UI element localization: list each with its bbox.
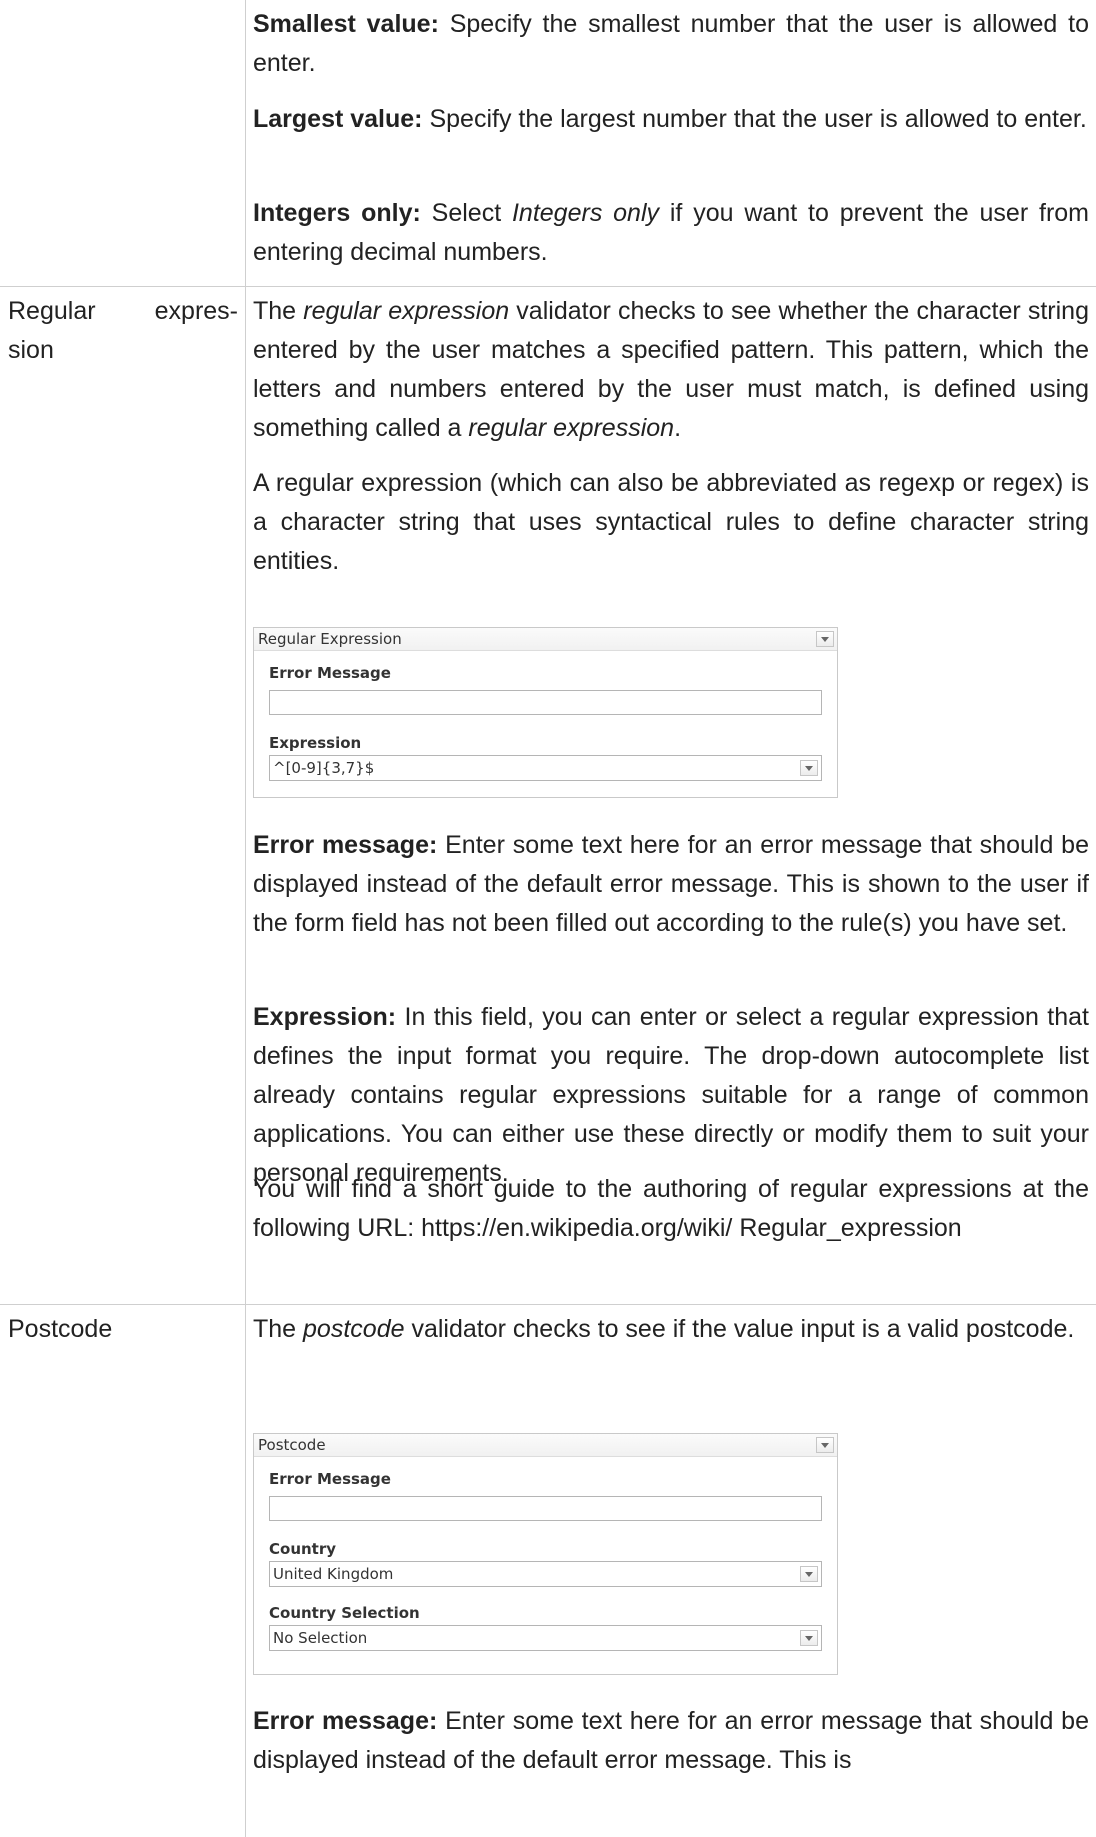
error-message-input[interactable] xyxy=(269,1496,822,1521)
regex-expression-paragraph: Expression: In this field, you can enter… xyxy=(253,1003,1089,1187)
row-divider-postcode xyxy=(0,1304,1096,1305)
regex-panel-title: Regular Expression xyxy=(258,630,402,648)
country-dropdown[interactable]: United Kingdom xyxy=(269,1561,822,1587)
country-label: Country xyxy=(269,1540,337,1558)
regex-definition-paragraph: A regular expression (which can also be … xyxy=(253,469,1089,575)
postcode-intro-paragraph: The postcode validator checks to see if … xyxy=(253,1315,1075,1343)
postcode-panel-title: Postcode xyxy=(258,1436,326,1454)
largest-value-label: Largest value: xyxy=(253,105,423,133)
error-message-label: Error Message xyxy=(269,1470,391,1488)
country-selection-dropdown[interactable]: No Selection xyxy=(269,1625,822,1651)
country-selection-label: Country Selection xyxy=(269,1604,420,1622)
regex-intro-paragraph: The regular expression validator checks … xyxy=(253,297,1089,442)
error-message-input[interactable] xyxy=(269,690,822,715)
expression-dropdown[interactable]: ^[0-9]{3,7}$ xyxy=(269,755,822,781)
expression-value: ^[0-9]{3,7}$ xyxy=(273,759,375,777)
chevron-down-icon[interactable] xyxy=(800,1630,818,1646)
integers-only-option: Integers only xyxy=(511,199,660,227)
regex-guide-paragraph: You will find a short guide to the autho… xyxy=(253,1175,1089,1242)
postcode-error-message-paragraph: Error message: Enter some text here for … xyxy=(253,1707,1089,1774)
table-column-divider xyxy=(245,0,246,1837)
integers-only-paragraph: Integers only: Select Integers only if y… xyxy=(253,199,1090,266)
regex-row-label: Regular expres- sion xyxy=(8,297,238,364)
chevron-down-icon[interactable] xyxy=(816,631,834,647)
postcode-row-label: Postcode xyxy=(8,1315,113,1343)
chevron-down-icon[interactable] xyxy=(816,1437,834,1453)
smallest-value-paragraph: Smallest value: Specify the smallest num… xyxy=(253,5,1089,83)
expression-label: Expression xyxy=(269,734,362,752)
row-divider-regex xyxy=(0,286,1096,287)
largest-value-text: Specify the largest number that the user… xyxy=(422,105,1087,133)
chevron-down-icon[interactable] xyxy=(800,1566,818,1582)
regex-validator-panel: Regular Expression Error Message Express… xyxy=(253,627,838,798)
error-message-label: Error Message xyxy=(269,664,391,682)
integers-only-label: Integers only: xyxy=(253,199,421,227)
regex-panel-header[interactable]: Regular Expression xyxy=(254,628,837,651)
postcode-panel-header[interactable]: Postcode xyxy=(254,1434,837,1457)
largest-value-paragraph: Largest value: Specify the largest numbe… xyxy=(253,100,1089,139)
regex-error-message-paragraph: Error message: Enter some text here for … xyxy=(253,831,1089,937)
country-selection-value: No Selection xyxy=(273,1629,368,1647)
document-page: Smallest value: Specify the smallest num… xyxy=(0,0,1096,1837)
postcode-validator-panel: Postcode Error Message Country United Ki… xyxy=(253,1433,838,1675)
country-value: United Kingdom xyxy=(273,1565,394,1583)
smallest-value-label: Smallest value: xyxy=(253,10,439,38)
chevron-down-icon[interactable] xyxy=(800,760,818,776)
